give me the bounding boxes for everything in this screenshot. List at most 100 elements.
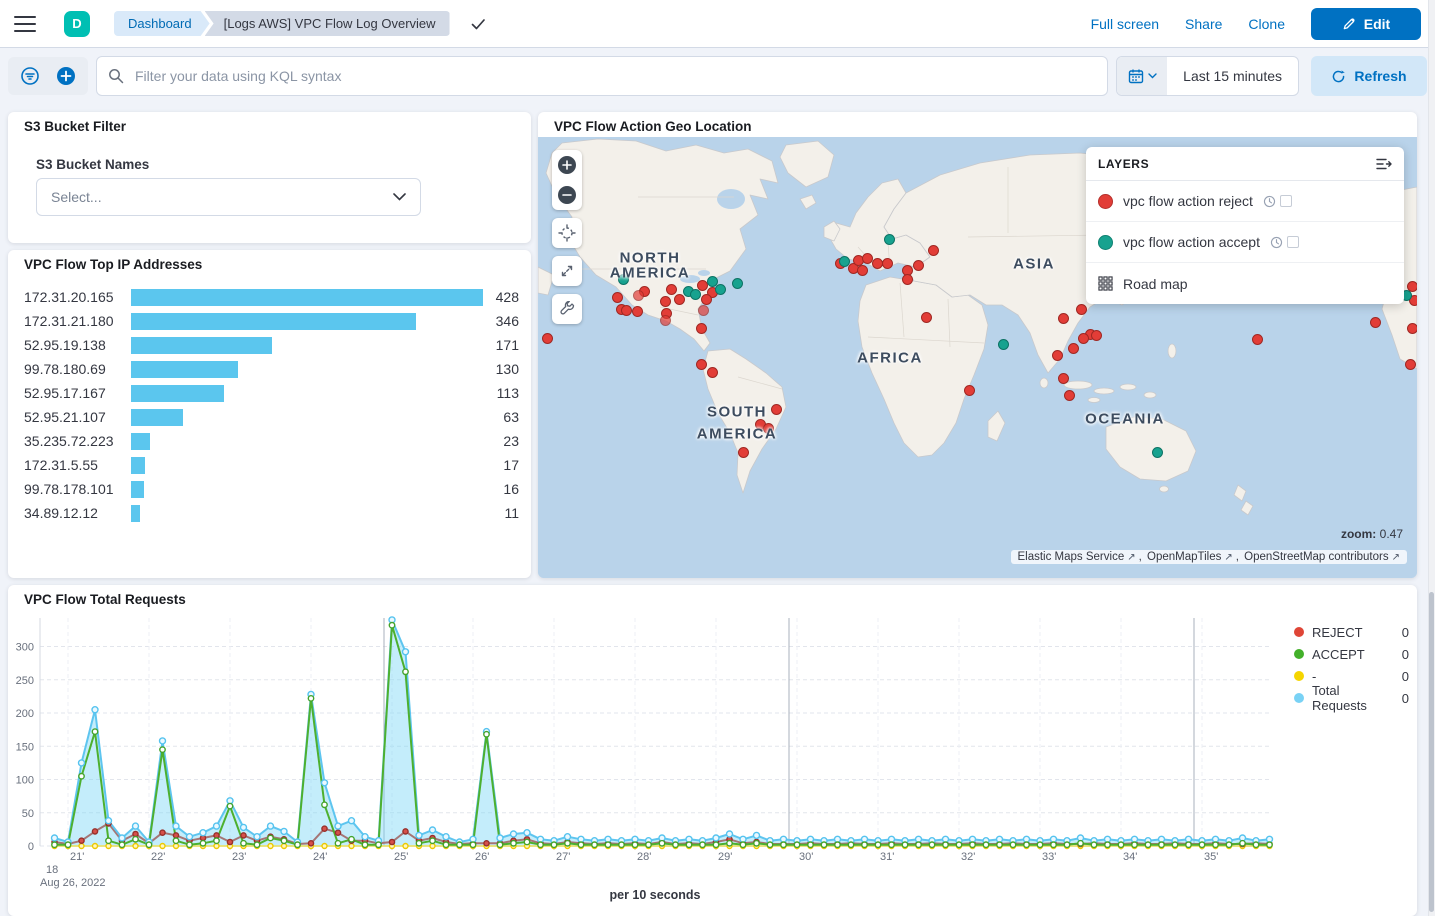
map-dot-reject[interactable]: [1405, 359, 1416, 370]
attribution-link[interactable]: OpenStreetMap contributors: [1244, 551, 1388, 563]
space-avatar[interactable]: D: [64, 11, 90, 37]
total-requests-chart[interactable]: 05010015020025030021'22'23'24'25'26'27'2…: [8, 585, 1417, 916]
map-dot-reject[interactable]: [707, 367, 718, 378]
map-dot-accept[interactable]: [1152, 447, 1163, 458]
ip-bar[interactable]: [131, 505, 140, 522]
map-dot-accept[interactable]: [998, 339, 1009, 350]
map-dot-reject[interactable]: [674, 294, 685, 305]
map-dot-reject[interactable]: [1064, 390, 1075, 401]
map-dot-reject[interactable]: [632, 306, 643, 317]
page-scrollbar-thumb[interactable]: [1429, 592, 1434, 912]
ip-bar[interactable]: [131, 361, 238, 378]
map-dot-reject[interactable]: [621, 305, 632, 316]
breadcrumb-page-title[interactable]: [Logs AWS] VPC Flow Log Overview: [205, 11, 450, 36]
saved-query-icon[interactable]: [17, 63, 43, 89]
add-filter-icon[interactable]: [53, 63, 79, 89]
map-dot-reject[interactable]: [862, 253, 873, 264]
map-dot-accept[interactable]: [732, 278, 743, 289]
ip-bar[interactable]: [131, 337, 272, 354]
map-layer-item[interactable]: Road map: [1086, 263, 1404, 304]
layer-checkbox[interactable]: [1280, 195, 1292, 207]
layer-checkbox[interactable]: [1287, 236, 1299, 248]
map-dot-accept[interactable]: [715, 284, 726, 295]
refresh-icon: [1331, 69, 1346, 84]
map-dot-reject[interactable]: [1052, 350, 1063, 361]
map-dot-reject[interactable]: [660, 315, 671, 326]
svg-text:0: 0: [28, 841, 34, 853]
edit-button[interactable]: Edit: [1311, 8, 1421, 40]
map-dot-reject[interactable]: [542, 333, 553, 344]
continent-label: SOUTH: [707, 404, 767, 421]
refresh-button[interactable]: Refresh: [1311, 56, 1427, 96]
legend-value: 0: [1402, 691, 1409, 706]
map-zoom-out-button[interactable]: [552, 180, 582, 210]
map-dot-reject[interactable]: [1252, 334, 1263, 345]
collapse-layers-icon[interactable]: [1376, 157, 1392, 171]
map-dot-reject[interactable]: [738, 447, 749, 458]
map-dot-reject[interactable]: [696, 323, 707, 334]
map-dot-reject[interactable]: [666, 284, 677, 295]
map-fit-data-button[interactable]: [552, 218, 582, 248]
map-dot-reject[interactable]: [1078, 333, 1089, 344]
legend-item[interactable]: Total Requests0: [1294, 687, 1409, 709]
map-dot-reject[interactable]: [928, 245, 939, 256]
ip-bar[interactable]: [131, 457, 145, 474]
calendar-dropdown-button[interactable]: [1117, 57, 1167, 95]
kql-search-input[interactable]: [96, 56, 1108, 96]
map-dot-reject[interactable]: [660, 296, 671, 307]
menu-hamburger-icon[interactable]: [14, 16, 36, 32]
ip-bar[interactable]: [131, 433, 150, 450]
map-dot-reject[interactable]: [771, 404, 782, 415]
map-dot-accept[interactable]: [884, 234, 895, 245]
map-dot-reject[interactable]: [1058, 373, 1069, 384]
map-dot-reject[interactable]: [698, 305, 709, 316]
ip-bar[interactable]: [131, 313, 416, 330]
ip-bar[interactable]: [131, 385, 224, 402]
map-dot-reject[interactable]: [913, 260, 924, 271]
world-map[interactable]: NORTHAMERICASOUTHAMERICAAFRICAASIAOCEANI…: [538, 137, 1417, 578]
ip-bar-track: [131, 409, 483, 426]
map-dot-reject[interactable]: [696, 359, 707, 370]
legend-item[interactable]: ACCEPT0: [1294, 643, 1409, 665]
ip-bar-track: [131, 457, 483, 474]
nav-link-clone[interactable]: Clone: [1248, 16, 1285, 32]
map-dot-reject[interactable]: [882, 258, 893, 269]
map-dot-accept[interactable]: [690, 289, 701, 300]
attribution-separator: ,: [1139, 551, 1145, 563]
breadcrumb: Dashboard [Logs AWS] VPC Flow Log Overvi…: [114, 11, 450, 36]
external-link-icon: ↗: [1392, 552, 1400, 563]
map-dot-reject[interactable]: [902, 274, 913, 285]
map-dot-reject[interactable]: [1091, 330, 1102, 341]
map-dot-reject[interactable]: [1068, 343, 1079, 354]
attribution-link[interactable]: OpenMapTiles: [1147, 551, 1221, 563]
map-zoom-in-button[interactable]: [552, 150, 582, 180]
nav-link-full-screen[interactable]: Full screen: [1091, 16, 1159, 32]
map-dot-reject[interactable]: [857, 265, 868, 276]
ip-address-label: 35.235.72.223: [24, 433, 131, 449]
map-tools-wrench-button[interactable]: [552, 294, 582, 324]
ip-bar[interactable]: [131, 409, 183, 426]
time-range-value[interactable]: Last 15 minutes: [1167, 57, 1298, 95]
s3-bucket-select[interactable]: Select...: [36, 178, 421, 216]
attribution-link[interactable]: Elastic Maps Service: [1017, 551, 1124, 563]
map-expand-button[interactable]: [552, 256, 582, 286]
map-dot-accept[interactable]: [839, 256, 850, 267]
ip-bar[interactable]: [131, 289, 483, 306]
map-dot-reject[interactable]: [1407, 323, 1418, 334]
map-dot-reject[interactable]: [964, 385, 975, 396]
map-dot-reject[interactable]: [1076, 304, 1087, 315]
map-dot-reject[interactable]: [1058, 313, 1069, 324]
map-layer-item[interactable]: vpc flow action accept: [1086, 222, 1404, 263]
map-dot-reject[interactable]: [1370, 317, 1381, 328]
ip-table-row: 172.31.20.165428: [24, 285, 519, 309]
map-dot-reject[interactable]: [921, 312, 932, 323]
ip-bar[interactable]: [131, 481, 144, 498]
map-layer-item[interactable]: vpc flow action reject: [1086, 181, 1404, 222]
breadcrumb-dashboard[interactable]: Dashboard: [114, 11, 210, 36]
legend-item[interactable]: REJECT0: [1294, 621, 1409, 643]
map-dot-reject[interactable]: [701, 294, 712, 305]
map-dot-reject[interactable]: [872, 258, 883, 269]
map-dot-reject[interactable]: [612, 292, 623, 303]
nav-link-share[interactable]: Share: [1185, 16, 1222, 32]
map-dot-reject[interactable]: [633, 290, 644, 301]
